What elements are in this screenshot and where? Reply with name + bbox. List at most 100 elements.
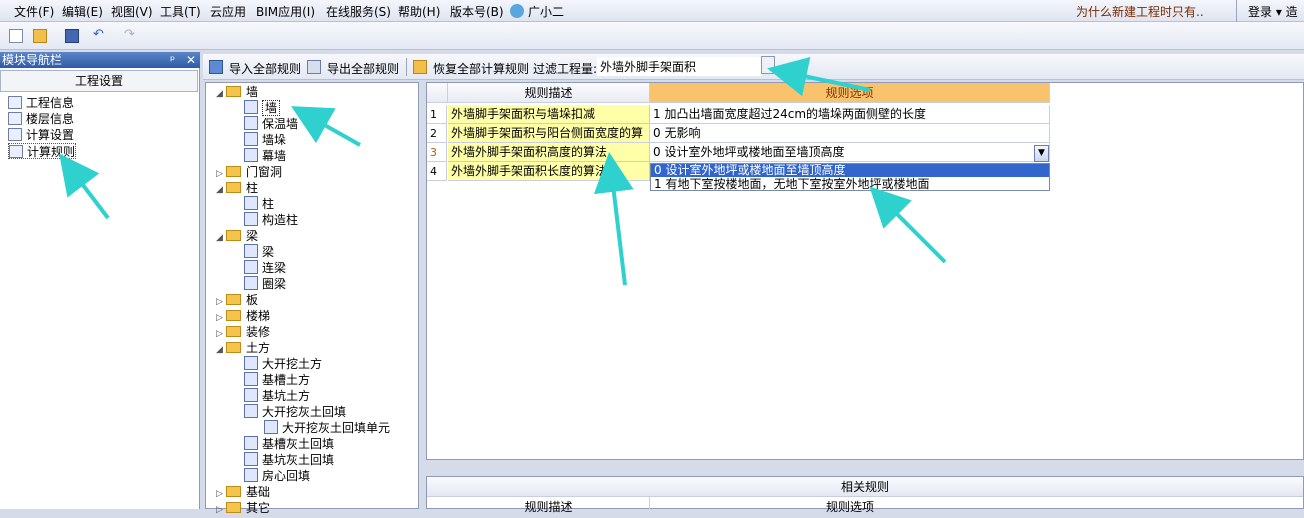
login-menu[interactable]: 登录 ▾ 造 [1248,3,1298,20]
tree-leaf[interactable]: 柱 [234,196,274,212]
related-col-option[interactable]: 规则选项 [650,497,1050,514]
dropdown-option[interactable]: 1 有地下室按楼地面，无地下室按室外地坪或楼地面 [651,177,1049,191]
menu-edit[interactable]: 编辑(E) [62,3,103,20]
restore-icon [413,60,427,74]
tree-folder[interactable]: ▷ 门窗洞 [216,164,282,180]
collapse-icon[interactable]: ◢ [216,342,226,358]
rule-option-select[interactable]: 0 设计室外地坪或楼地面至墙顶高度 [650,143,1050,162]
tree-leaf[interactable]: 墙垛 [234,132,286,148]
tree-folder[interactable]: ▷ 其它 [216,500,270,516]
tree-leaf[interactable]: 大开挖灰土回填 [234,404,346,420]
rule-desc-cell[interactable]: 外墙脚手架面积与墙垛扣减 [448,105,650,124]
tree-leaf[interactable]: 大开挖土方 [234,356,322,372]
menu-tools[interactable]: 工具(T) [160,3,201,20]
tree-leaf[interactable]: 房心回填 [234,468,310,484]
component-icon [244,468,258,482]
tree-leaf[interactable]: 保温墙 [234,116,298,132]
save-icon[interactable] [65,29,79,43]
row-number: 2 [427,124,447,143]
rule-desc-cell[interactable]: 外墙外脚手架面积长度的算法 [448,162,650,181]
pin-icon[interactable]: ᵖ [170,52,175,68]
filter-dropdown-button[interactable] [761,56,775,74]
tree-folder[interactable]: ◢ 柱 [216,180,258,196]
tree-folder[interactable]: ◢ 墙 [216,84,258,100]
tree-leaf[interactable]: 幕墙 [234,148,286,164]
filter-input[interactable]: 外墙外脚手架面积 [597,57,762,76]
tree-folder[interactable]: ◢ 梁 [216,228,258,244]
import-all-button[interactable]: 导入全部规则 [229,60,301,77]
collapse-icon[interactable]: ◢ [216,86,226,102]
folder-icon [226,230,241,241]
col-header-option[interactable]: 规则选项 [650,83,1050,103]
nav-item-label: 计算规则 [27,145,76,159]
tree-leaf[interactable]: 构造柱 [234,212,298,228]
row-number: 4 [427,162,447,181]
menu-help[interactable]: 帮助(H) [398,3,440,20]
dropdown-option[interactable]: 0 设计室外地坪或楼地面至墙顶高度 [651,164,1049,177]
export-all-button[interactable]: 导出全部规则 [327,60,399,77]
rule-option-cell[interactable]: 1 加凸出墙面宽度超过24cm的墙垛两面侧壁的长度 [650,105,1050,124]
component-icon [244,452,258,466]
tree-leaf[interactable]: 连梁 [234,260,286,276]
import-icon [209,60,223,74]
tree-node-label: 门窗洞 [246,165,283,179]
open-folder-icon[interactable] [33,29,47,43]
tree-node-label: 梁 [262,245,275,259]
rule-desc-cell[interactable]: 外墙外脚手架面积高度的算法 [448,143,650,162]
calc-settings-icon [8,128,22,141]
undo-icon[interactable]: ↶ [93,28,107,43]
menu-cloud[interactable]: 云应用 [210,3,246,20]
folder-icon [226,182,241,193]
tree-folder[interactable]: ◢ 土方 [216,340,270,356]
tree-folder[interactable]: ▷ 基础 [216,484,270,500]
tree-leaf[interactable]: 基槽灰土回填 [234,436,334,452]
col-header-desc[interactable]: 规则描述 [448,83,650,103]
collapse-icon[interactable]: ◢ [216,230,226,246]
menu-version[interactable]: 版本号(B) [450,3,504,20]
tree-leaf[interactable]: 基坑灰土回填 [234,452,334,468]
component-icon [244,436,258,450]
rule-option-cell[interactable]: 0 无影响 [650,124,1050,143]
nav-item-calc-rules[interactable]: 计算规则 [8,143,77,159]
component-icon [244,404,258,418]
component-icon [244,196,258,210]
tree-leaf[interactable]: 大开挖灰土回填单元 [254,420,390,436]
nav-section-header[interactable]: 工程设置 [0,70,198,92]
menu-assistant[interactable]: 广小二 [528,3,564,20]
related-rules-title: 相关规则 [427,477,1303,497]
menu-view[interactable]: 视图(V) [111,3,153,20]
tree-leaf[interactable]: 墙 [234,100,281,116]
tree-node-label: 基槽土方 [262,373,311,387]
restore-all-button[interactable]: 恢复全部计算规则 [433,60,529,77]
menu-file[interactable]: 文件(F) [14,3,54,20]
tree-folder[interactable]: ▷ 装修 [216,324,270,340]
menu-bar: 文件(F) 编辑(E) 视图(V) 工具(T) 云应用 BIM应用(I) 在线服… [0,0,1304,22]
menu-separator [1236,0,1237,22]
close-icon[interactable]: ✕ [186,52,196,68]
menu-online[interactable]: 在线服务(S) [326,3,391,20]
tree-leaf[interactable]: 梁 [234,244,274,260]
tree-node-label: 基础 [246,485,271,499]
nav-item-calc-settings[interactable]: 计算设置 [8,127,74,143]
tree-leaf[interactable]: 基槽土方 [234,372,310,388]
tree-folder[interactable]: ▷ 楼梯 [216,308,270,324]
notice-link[interactable]: 为什么新建工程时只有.. [1076,3,1204,20]
expand-icon[interactable]: ▷ [216,502,226,518]
redo-icon[interactable]: ↷ [124,28,138,43]
nav-item-project-info[interactable]: 工程信息 [8,95,74,111]
tree-node-label: 大开挖灰土回填 [262,405,347,419]
row-number: 1 [427,105,447,124]
tree-leaf[interactable]: 圈梁 [234,276,286,292]
nav-item-floor-info[interactable]: 楼层信息 [8,111,74,127]
new-file-icon[interactable] [9,29,23,43]
chevron-down-icon[interactable]: ▼ [1034,145,1049,162]
menu-bim[interactable]: BIM应用(I) [256,3,315,20]
related-col-desc[interactable]: 规则描述 [448,497,650,514]
rule-desc-cell[interactable]: 外墙脚手架面积与阳台侧面宽度的算 [448,124,650,143]
tree-folder[interactable]: ▷ 板 [216,292,258,308]
grid-corner [427,83,448,103]
tree-node-label: 保温墙 [262,117,299,131]
tree-leaf[interactable]: 基坑土方 [234,388,310,404]
collapse-icon[interactable]: ◢ [216,182,226,198]
tree-node-label: 基槽灰土回填 [262,437,335,451]
